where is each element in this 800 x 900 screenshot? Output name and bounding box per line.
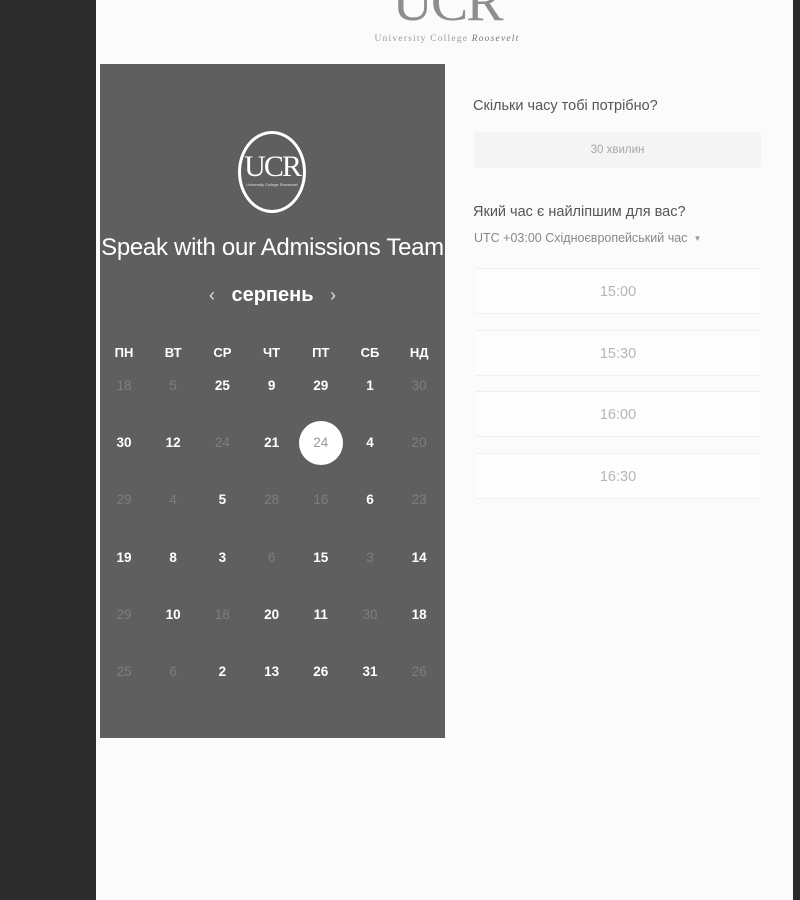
logo-mark: UCR — [392, 0, 503, 33]
time-slot-button[interactable]: 15:00 — [476, 268, 760, 314]
weekday-label: ПТ — [312, 345, 330, 360]
logo-subtitle-name: Roosevelt — [471, 34, 520, 44]
calendar-day: 29 — [116, 492, 132, 508]
calendar-day: 24 — [214, 435, 230, 451]
calendar-day[interactable]: 10 — [151, 593, 195, 637]
calendar-day[interactable]: 14 — [397, 536, 441, 580]
calendar-day[interactable]: 12 — [151, 421, 195, 465]
chevron-down-icon: ▼ — [693, 234, 702, 244]
time-question: Який час є найліпшим для вас? — [473, 204, 686, 220]
badge-mark: UCR — [244, 150, 302, 183]
calendar-day[interactable]: 29 — [299, 364, 343, 408]
calendar-day: 3 — [366, 549, 374, 565]
time-slot-button[interactable]: 16:30 — [476, 452, 760, 499]
weekday-label: ВТ — [164, 345, 182, 360]
calendar-day: 30 — [362, 606, 378, 622]
calendar-day: 26 — [411, 664, 427, 679]
badge-subtitle: University College Roosevelt — [246, 182, 298, 187]
duration-question: Скільки часу тобі потрібно? — [473, 98, 658, 114]
calendar-day[interactable]: 13 — [250, 650, 294, 694]
calendar-day[interactable]: 2 — [200, 650, 244, 694]
calendar-day[interactable]: 26 — [299, 650, 343, 694]
calendar-day[interactable]: 21 — [250, 421, 294, 465]
prev-month-icon[interactable]: ‹ — [197, 285, 227, 306]
calendar-day: 18 — [214, 606, 230, 622]
calendar-day[interactable]: 9 — [250, 364, 294, 408]
time-slot-button[interactable]: 15:30 — [476, 329, 760, 376]
calendar-day: 25 — [116, 664, 132, 679]
booking-page: UCR University College Roosevelt UCR Uni… — [96, 0, 793, 900]
logo-subtitle: University College Roosevelt — [358, 34, 536, 44]
calendar-day[interactable]: 6 — [348, 478, 392, 522]
month-label: серпень — [231, 284, 314, 306]
calendar-day: 29 — [116, 606, 132, 622]
month-navigation: ‹ серпень › — [100, 284, 445, 308]
calendar-day: 20 — [411, 435, 427, 451]
calendar-day: 23 — [411, 492, 427, 508]
time-slot-button[interactable]: 16:00 — [476, 391, 760, 437]
calendar-day: 5 — [169, 378, 177, 393]
calendar-day[interactable]: 25 — [200, 364, 244, 408]
calendar-day[interactable]: 11 — [299, 593, 343, 637]
calendar-day[interactable]: 8 — [151, 536, 195, 580]
calendar-day-selected[interactable]: 24 — [298, 421, 343, 466]
calendar-day[interactable]: 4 — [348, 421, 392, 465]
weekday-label: СБ — [360, 345, 380, 360]
ucr-badge: UCR University College Roosevelt — [238, 131, 306, 213]
logo-subtitle-prefix: University College — [374, 34, 472, 44]
weekday-header: ПН ВТ СР ЧТ ПТ СБ НД — [100, 345, 445, 365]
timezone-label: UTC +03:00 Східноєвропейський час — [474, 231, 688, 245]
calendar-day[interactable]: 15 — [299, 536, 343, 580]
calendar-panel: UCR University College Roosevelt Speak w… — [100, 64, 445, 738]
calendar-day: 6 — [267, 549, 276, 565]
calendar-day: 30 — [411, 378, 427, 393]
window-edge — [793, 0, 800, 900]
calendar-day[interactable]: 3 — [200, 536, 244, 580]
calendar-day[interactable]: 1 — [348, 364, 392, 408]
calendar-day[interactable]: 30 — [102, 421, 146, 465]
timezone-select[interactable]: UTC +03:00 Східноєвропейський час ▼ — [474, 231, 701, 245]
calendar-grid: 18 5 25 9 29 1 30 30 12 24 21 24 4 20 29 4 5 28 16 6 23 19 8 3 6… — [100, 374, 445, 714]
calendar-day[interactable]: 20 — [250, 593, 294, 637]
calendar-day: 18 — [116, 378, 132, 393]
calendar-day[interactable]: 5 — [200, 478, 244, 522]
calendar-day: 28 — [264, 492, 280, 508]
calendar-day: 16 — [313, 492, 329, 508]
duration-select[interactable]: 30 хвилин — [474, 132, 761, 168]
calendar-day: 4 — [169, 492, 177, 508]
calendar-day[interactable]: 31 — [348, 650, 392, 694]
calendar-day[interactable]: 18 — [397, 593, 441, 637]
weekday-label: НД — [409, 345, 429, 360]
weekday-label: ЧТ — [263, 345, 281, 360]
calendar-day[interactable]: 19 — [102, 536, 146, 580]
weekday-label: СР — [213, 345, 232, 360]
next-month-icon[interactable]: › — [318, 285, 348, 306]
weekday-label: ПН — [114, 345, 134, 360]
panel-title: Speak with our Admissions Team — [101, 234, 444, 261]
ucr-logo: UCR University College Roosevelt — [358, 0, 536, 50]
calendar-day: 6 — [169, 664, 177, 679]
